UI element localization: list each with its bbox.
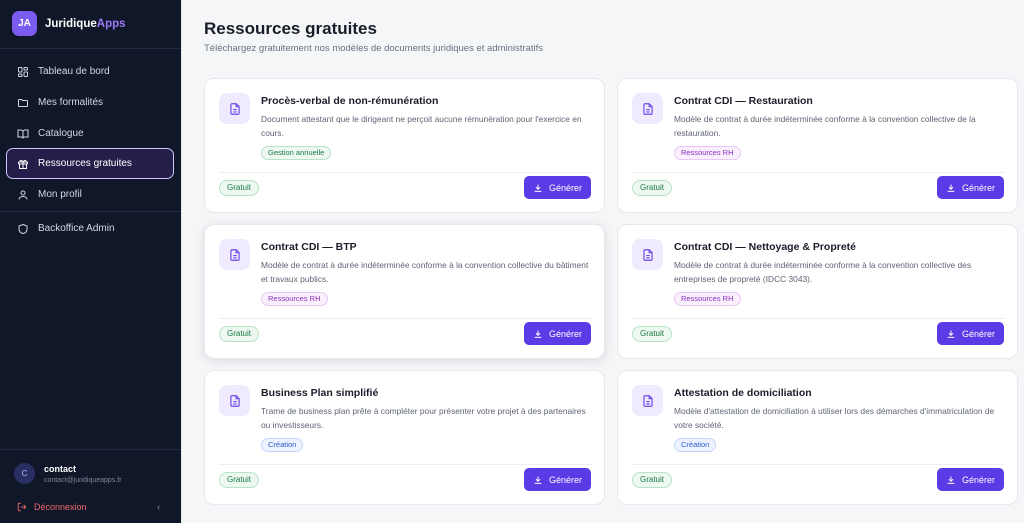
card-divider: [219, 172, 592, 173]
category-tag: Gestion annuelle: [261, 146, 332, 160]
card-divider: [632, 172, 1005, 173]
category-tag: Création: [674, 438, 717, 452]
card-divider: [219, 464, 592, 465]
card-description: Modèle de contrat à durée indéterminée c…: [674, 114, 976, 138]
free-badge: Gratuit: [219, 180, 260, 196]
card-title: Business Plan simplifié: [261, 387, 379, 399]
sidebar-item-label: Ressources gratuites: [38, 158, 132, 169]
card-description: Modèle de contrat à durée indéterminée c…: [674, 260, 972, 284]
brand-logo: JA: [12, 11, 37, 36]
download-icon: [947, 184, 955, 192]
generate-button[interactable]: Générer: [524, 468, 591, 491]
generate-button-label: Générer: [961, 182, 996, 193]
free-badge: Gratuit: [632, 180, 673, 196]
card-description: Trame de business plan prête à compléter…: [261, 406, 586, 430]
category-tag: Ressources RH: [261, 292, 328, 306]
sidebar-item-label: Catalogue: [38, 128, 84, 139]
sidebar-divider: [0, 449, 181, 450]
document-icon: [632, 239, 663, 270]
document-icon: [632, 93, 663, 124]
generate-button[interactable]: Générer: [937, 176, 1004, 199]
resource-card: Procès-verbal de non-rémunération Docume…: [204, 78, 605, 213]
page-subtitle: Téléchargez gratuitement nos modèles de …: [204, 43, 544, 54]
document-icon: [219, 93, 250, 124]
download-icon: [534, 184, 542, 192]
free-badge: Gratuit: [632, 472, 673, 488]
category-tag: Ressources RH: [674, 146, 741, 160]
sidebar: JA JuridiqueApps Tableau de bord Mes for…: [0, 0, 181, 523]
card-description: Modèle de contrat à durée indéterminée c…: [261, 260, 589, 284]
page-title: Ressources gratuites: [204, 19, 377, 38]
sidebar-item-label: Mon profil: [38, 189, 82, 200]
free-badge: Gratuit: [219, 472, 260, 488]
card-description: Modèle d'attestation de domiciliation à …: [674, 406, 995, 430]
avatar: C: [14, 463, 35, 484]
download-icon: [534, 330, 542, 338]
gift-icon: [18, 159, 28, 169]
logout-button[interactable]: Déconnexion: [17, 502, 87, 512]
main-content: Ressources gratuites Téléchargez gratuit…: [181, 0, 1024, 523]
generate-button[interactable]: Générer: [937, 468, 1004, 491]
book-icon: [17, 129, 29, 139]
card-divider: [219, 318, 592, 319]
download-icon: [947, 330, 955, 338]
card-title: Contrat CDI — BTP: [261, 241, 357, 253]
card-title: Procès-verbal de non-rémunération: [261, 95, 439, 107]
document-icon: [219, 385, 250, 416]
sidebar-item-ressources-gratuites[interactable]: Ressources gratuites: [6, 148, 174, 179]
generate-button[interactable]: Générer: [524, 176, 591, 199]
user-icon: [18, 190, 28, 200]
free-badge: Gratuit: [219, 326, 260, 342]
sidebar-item-tableau-de-bord[interactable]: Tableau de bord: [6, 56, 174, 87]
category-tag: Création: [261, 438, 304, 452]
sidebar-divider: [0, 211, 181, 212]
download-icon: [534, 476, 542, 484]
logout-icon: [17, 502, 27, 512]
sidebar-item-catalogue[interactable]: Catalogue: [6, 118, 174, 149]
card-divider: [632, 318, 1005, 319]
generate-button-label: Générer: [548, 328, 583, 339]
brand-name: JuridiqueApps: [45, 18, 126, 30]
sidebar-item-mes-formalites[interactable]: Mes formalités: [6, 87, 174, 118]
download-icon: [947, 476, 955, 484]
generate-button[interactable]: Générer: [937, 322, 1004, 345]
sidebar-item-label: Tableau de bord: [38, 66, 110, 77]
document-icon: [632, 385, 663, 416]
resource-card: Business Plan simplifié Trame de busines…: [204, 370, 605, 505]
card-divider: [632, 464, 1005, 465]
generate-button-label: Générer: [548, 182, 583, 193]
folder-icon: [18, 98, 28, 107]
sidebar-divider: [0, 48, 181, 49]
card-title: Contrat CDI — Nettoyage & Propreté: [674, 241, 857, 253]
collapse-sidebar-button[interactable]: ‹: [157, 502, 160, 513]
document-icon: [219, 239, 250, 270]
dashboard-icon: [18, 66, 28, 77]
brand-name-main: Juridique: [45, 17, 97, 30]
user-email: contact@juridiqueapps.fr: [44, 476, 122, 484]
category-tag: Ressources RH: [674, 292, 741, 306]
brand-name-accent: Apps: [96, 17, 126, 30]
generate-button[interactable]: Générer: [524, 322, 591, 345]
shield-icon: [18, 223, 28, 234]
card-description: Document attestant que le dirigeant ne p…: [261, 114, 582, 138]
resource-card: Contrat CDI — Restauration Modèle de con…: [617, 78, 1018, 213]
sidebar-item-label: Mes formalités: [38, 97, 104, 108]
resource-card: Attestation de domiciliation Modèle d'at…: [617, 370, 1018, 505]
sidebar-item-label: Backoffice Admin: [38, 223, 115, 234]
brand[interactable]: JA JuridiqueApps: [12, 11, 126, 36]
resource-card: Contrat CDI — BTP Modèle de contrat à du…: [204, 224, 605, 359]
generate-button-label: Générer: [961, 474, 996, 485]
free-badge: Gratuit: [632, 326, 673, 342]
logout-label: Déconnexion: [34, 502, 87, 512]
resource-card: Contrat CDI — Nettoyage & Propreté Modèl…: [617, 224, 1018, 359]
user-profile[interactable]: C contact contact@juridiqueapps.fr: [14, 463, 122, 484]
generate-button-label: Générer: [548, 474, 583, 485]
generate-button-label: Générer: [961, 328, 996, 339]
sidebar-item-backoffice-admin[interactable]: Backoffice Admin: [6, 213, 174, 244]
sidebar-item-mon-profil[interactable]: Mon profil: [6, 179, 174, 210]
user-name: contact: [44, 463, 77, 474]
card-title: Attestation de domiciliation: [674, 387, 812, 399]
card-title: Contrat CDI — Restauration: [674, 95, 813, 107]
